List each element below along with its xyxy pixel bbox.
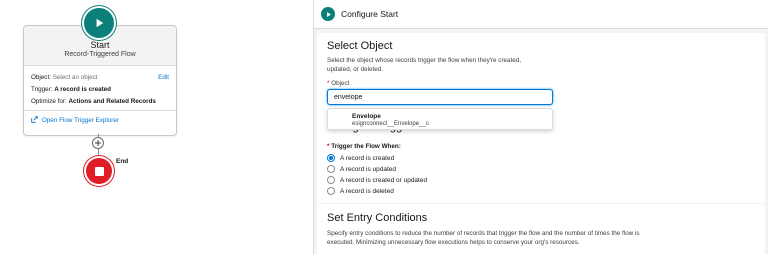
card-divider: [24, 110, 176, 111]
explorer-link-label: Open Flow Trigger Explorer: [42, 117, 119, 124]
trigger-row: Trigger: A record is created: [31, 86, 111, 93]
entry-conditions-title: Set Entry Conditions: [327, 212, 428, 224]
entry-conditions-section: Set Entry Conditions Specify entry condi…: [317, 204, 765, 254]
optimize-value: Actions and Related Records: [68, 98, 156, 105]
radio-label: A record is updated: [340, 165, 397, 173]
optimize-row: Optimize for: Actions and Related Record…: [31, 98, 156, 105]
flow-trigger-explorer-link[interactable]: Open Flow Trigger Explorer: [31, 116, 119, 125]
object-row: Object: Select an object: [31, 74, 98, 81]
stop-icon: [94, 166, 104, 176]
end-node-icon[interactable]: [86, 158, 112, 184]
flow-canvas: Start Record-Triggered Flow Object: Sele…: [0, 0, 313, 254]
end-label: End: [116, 158, 129, 165]
start-node-icon[interactable]: [84, 8, 114, 38]
start-subtitle: Record-Triggered Flow: [64, 51, 136, 58]
object-value: Select an object: [52, 74, 98, 81]
dropdown-option-envelope[interactable]: Envelope esignconnect__Envelope__c: [328, 109, 552, 129]
radio-option-created[interactable]: A record is created: [327, 154, 394, 162]
start-play-icon: [321, 7, 335, 21]
optimize-key: Optimize for:: [31, 98, 67, 105]
radio-option-deleted[interactable]: A record is deleted: [327, 187, 394, 195]
entry-conditions-description-line: executed. Minimizing unnecessary flow ex…: [327, 239, 580, 246]
radio-selected-icon[interactable]: [327, 154, 335, 162]
select-object-description: Select the object whose records trigger …: [327, 56, 521, 74]
panel-header: Configure Start: [314, 0, 768, 29]
select-object-title: Select Object: [327, 40, 393, 52]
required-mark: *: [327, 143, 330, 150]
trigger-value: A record is created: [54, 86, 112, 93]
connector-line: [98, 149, 99, 158]
radio-label: A record is deleted: [340, 187, 394, 195]
radio-icon[interactable]: [327, 187, 335, 195]
object-search-input[interactable]: [327, 89, 553, 105]
trigger-key: Trigger:: [31, 86, 53, 93]
entry-conditions-description: Specify entry conditions to reduce the n…: [327, 229, 640, 247]
trigger-when-text: Trigger the Flow When:: [331, 143, 401, 150]
entry-conditions-description-line: Specify entry conditions to reduce the n…: [327, 230, 640, 237]
radio-label: A record is created: [340, 154, 395, 162]
object-key: Object:: [31, 74, 51, 81]
radio-option-updated[interactable]: A record is updated: [327, 165, 396, 173]
object-dropdown: Envelope esignconnect__Envelope__c: [327, 108, 553, 130]
select-object-description-line: updated, or deleted.: [327, 66, 384, 73]
object-field-label: * Object: [327, 80, 349, 87]
option-api-name: esignconnect__Envelope__c: [352, 121, 429, 127]
radio-icon[interactable]: [327, 165, 335, 173]
trigger-when-label: * Trigger the Flow When:: [327, 143, 401, 150]
radio-icon[interactable]: [327, 176, 335, 184]
select-object-description-line: Select the object whose records trigger …: [327, 57, 522, 64]
option-title: Envelope: [352, 113, 381, 120]
radio-option-created-or-updated[interactable]: A record is created or updated: [327, 176, 427, 184]
select-object-section: Select Object Select the object whose re…: [317, 33, 765, 203]
start-element-card[interactable]: Start Record-Triggered Flow Object: Sele…: [23, 25, 177, 136]
external-link-icon: [31, 116, 38, 125]
configure-start-panel: Configure Start Select Object Select the…: [314, 0, 768, 254]
add-element-button[interactable]: [92, 137, 104, 149]
start-title: Start: [90, 40, 110, 50]
required-mark: *: [327, 80, 330, 87]
edit-link[interactable]: Edit: [158, 74, 169, 81]
object-label-text: Object: [331, 80, 350, 87]
panel-title: Configure Start: [341, 9, 399, 19]
radio-label: A record is created or updated: [340, 176, 428, 184]
